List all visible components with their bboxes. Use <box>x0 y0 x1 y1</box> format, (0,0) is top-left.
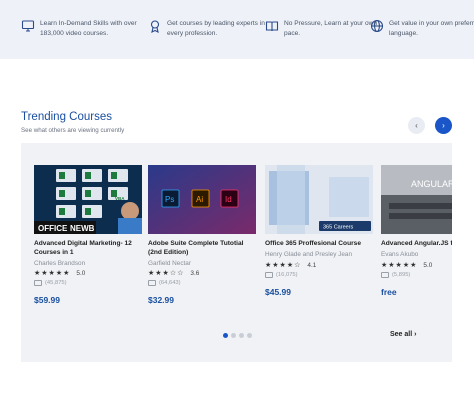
course-card[interactable]: Ps Ai Id Adobe Suite Complete Tutotial (… <box>148 165 257 325</box>
feature-text: Get courses by leading experts in every … <box>167 20 265 37</box>
course-author: Henry Glade and Presley Jean <box>265 251 353 258</box>
feature-item: Get value in your own preferred language… <box>370 19 474 39</box>
star-rating-icons: ★★★★★ <box>381 262 418 269</box>
carousel-dot[interactable] <box>223 333 228 338</box>
course-card[interactable]: OFFICE NEWB VBA Advanced Digital Marketi… <box>34 165 143 325</box>
carousel-dot[interactable] <box>239 333 244 338</box>
course-price: $45.99 <box>265 287 291 297</box>
course-reviews: (45,875) <box>34 280 67 286</box>
monitor-icon <box>21 20 35 32</box>
star-rating-icons: ★★★☆☆ <box>148 270 185 277</box>
course-reviews: (64,643) <box>148 280 181 286</box>
course-reviews: (5,895) <box>381 272 410 278</box>
chevron-right-icon: › <box>442 121 445 130</box>
thumb-ai-text: Ai <box>196 195 203 204</box>
award-icon <box>150 20 160 33</box>
comment-icon <box>34 280 42 286</box>
course-price: $32.99 <box>148 295 174 305</box>
course-price: $59.99 <box>34 295 60 305</box>
review-count: (5,895) <box>392 272 411 278</box>
thumb-vba-text: VBA <box>115 196 125 201</box>
book-icon <box>265 21 279 32</box>
thumb-ps-text: Ps <box>165 195 174 204</box>
review-count: (45,875) <box>45 280 67 286</box>
rating-value: 5.0 <box>76 269 86 277</box>
feature-text: Learn In-Demand Skills with over 183,000… <box>40 20 137 37</box>
course-card[interactable]: ANGULAR Advanced Angular.JS for Evans Ak… <box>381 165 452 325</box>
carousel-prev-button[interactable]: ‹ <box>408 117 425 134</box>
feature-item: Get courses by leading experts in every … <box>148 19 265 39</box>
star-rating-icons: ★★★★★ <box>34 270 71 277</box>
star-rating-icons: ★★★★☆ <box>265 262 302 269</box>
thumb-banner-text-2: NEWB <box>70 224 95 233</box>
chevron-left-icon: ‹ <box>415 121 418 130</box>
review-count: (16,075) <box>276 272 298 278</box>
course-title[interactable]: Advanced Angular.JS for <box>381 240 452 249</box>
comment-icon <box>265 272 273 278</box>
comment-icon <box>381 272 389 278</box>
courses-carousel: OFFICE NEWB VBA Advanced Digital Marketi… <box>21 143 452 362</box>
course-thumbnail[interactable]: Ps Ai Id <box>148 165 256 234</box>
section-subtitle: See what others are viewing currently <box>21 127 125 134</box>
review-count: (64,643) <box>159 280 181 286</box>
feature-item: No Pressure, Learn at your own pace. <box>265 19 382 39</box>
course-title[interactable]: Adobe Suite Complete Tutotial (2nd Editi… <box>148 240 256 257</box>
course-author: Garfield Nectar <box>148 260 191 267</box>
thumb-id-text: Id <box>225 195 232 204</box>
rating-value: 3.6 <box>190 269 200 277</box>
carousel-dot[interactable] <box>247 333 252 338</box>
course-rating: ★★★★★ 5.0 <box>381 261 433 270</box>
rating-value: 4.1 <box>307 261 317 269</box>
carousel-dot[interactable] <box>231 333 236 338</box>
feature-text: Get value in your own preferred language… <box>389 20 474 37</box>
course-rating: ★★★★☆ 4.1 <box>265 261 317 270</box>
carousel-pagination <box>223 333 255 338</box>
see-all-link[interactable]: See all › <box>390 331 416 338</box>
feature-text: No Pressure, Learn at your own pace. <box>284 20 378 37</box>
thumb-banner-text: OFFICE <box>38 224 68 233</box>
course-thumbnail[interactable]: 365 Careers <box>265 165 373 234</box>
course-rating: ★★★☆☆ 3.6 <box>148 269 200 278</box>
course-thumbnail[interactable]: ANGULAR <box>381 165 452 234</box>
thumb-angular-text: ANGULAR <box>411 179 452 189</box>
features-bar: Learn In-Demand Skills with over 183,000… <box>0 0 474 59</box>
comment-icon <box>148 280 156 286</box>
course-reviews: (16,075) <box>265 272 298 278</box>
section-title: Trending Courses <box>21 111 112 123</box>
course-thumbnail[interactable]: OFFICE NEWB VBA <box>34 165 142 234</box>
rating-value: 5.0 <box>423 261 433 269</box>
globe-icon <box>370 19 384 33</box>
thumb-365-text: 365 Careers <box>323 225 354 231</box>
course-price: free <box>381 287 397 297</box>
carousel-next-button[interactable]: › <box>435 117 452 134</box>
course-title[interactable]: Advanced Digital Marketing- 12 Courses i… <box>34 240 142 257</box>
course-title[interactable]: Office 365 Proffesional Course <box>265 240 373 249</box>
feature-item: Learn In-Demand Skills with over 183,000… <box>21 19 138 39</box>
course-card[interactable]: 365 Careers Office 365 Proffesional Cour… <box>265 165 374 325</box>
course-author: Evans Akubo <box>381 251 419 258</box>
course-rating: ★★★★★ 5.0 <box>34 269 86 278</box>
course-author: Charles Brandson <box>34 260 86 267</box>
